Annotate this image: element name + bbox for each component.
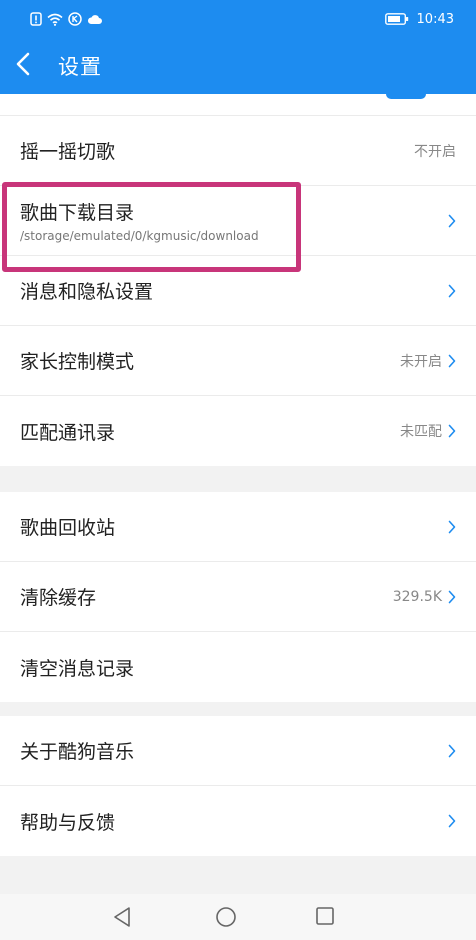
row-message-privacy[interactable]: 消息和隐私设置 — [0, 256, 476, 326]
row-shake-to-switch[interactable]: 摇一摇切歌 不开启 — [0, 116, 476, 186]
row-value: 329.5K — [392, 588, 442, 605]
status-icons-right: 10:43 — [384, 11, 454, 27]
settings-group-2: 歌曲回收站 清除缓存 329.5K 清空消息记录 — [0, 492, 476, 702]
page-title: 设置 — [58, 55, 102, 79]
download-path: /storage/emulated/0/kgmusic/download — [20, 229, 259, 243]
chevron-right-icon — [448, 424, 456, 438]
chevron-right-icon — [448, 214, 456, 228]
chevron-right-icon — [448, 520, 456, 534]
row-label: 清除缓存 — [20, 587, 97, 609]
row-clear-cache[interactable]: 清除缓存 329.5K — [0, 562, 476, 632]
row-label: 歌曲下载目录 — [20, 202, 135, 224]
status-icons-left — [30, 12, 102, 26]
row-download-directory[interactable]: 歌曲下载目录 /storage/emulated/0/kgmusic/downl… — [0, 186, 476, 256]
wifi-icon — [47, 13, 63, 26]
row-label: 摇一摇切歌 — [20, 141, 116, 163]
battery-icon — [384, 13, 409, 25]
row-label: 家长控制模式 — [20, 351, 135, 373]
alert-icon — [30, 12, 42, 26]
row-value: 不开启 — [414, 143, 456, 160]
row-song-recycle-bin[interactable]: 歌曲回收站 — [0, 492, 476, 562]
row-label: 匹配通讯录 — [20, 421, 116, 444]
nav-back-button[interactable] — [112, 906, 132, 928]
row-about-kugou[interactable]: 关于酷狗音乐 — [0, 716, 476, 786]
system-nav-bar — [0, 894, 476, 940]
partial-row-above — [0, 94, 476, 116]
app-bar: 设置 — [0, 38, 476, 94]
settings-group-1: 摇一摇切歌 不开启 歌曲下载目录 /storage/emulated/0/kgm… — [0, 116, 476, 466]
chevron-right-icon — [448, 284, 456, 298]
row-label: 关于酷狗音乐 — [20, 741, 135, 763]
row-label: 清空消息记录 — [20, 657, 135, 680]
back-arrow-icon — [16, 52, 30, 80]
row-match-contacts[interactable]: 匹配通讯录 未匹配 — [0, 396, 476, 466]
status-time: 10:43 — [416, 11, 454, 27]
nav-home-button[interactable] — [215, 906, 237, 928]
row-help-feedback[interactable]: 帮助与反馈 — [0, 786, 476, 856]
back-button[interactable] — [16, 46, 44, 86]
chevron-right-icon — [448, 744, 456, 758]
status-bar: 10:43 — [0, 0, 476, 38]
chevron-right-icon — [448, 814, 456, 828]
row-clear-messages[interactable]: 清空消息记录 — [0, 632, 476, 702]
toggle-switch-partial[interactable] — [386, 94, 426, 99]
settings-group-3: 关于酷狗音乐 帮助与反馈 — [0, 716, 476, 856]
row-value: 未开启 — [400, 353, 442, 370]
kugou-logo-icon — [68, 12, 82, 26]
chevron-right-icon — [448, 590, 456, 604]
row-label: 消息和隐私设置 — [20, 281, 154, 303]
nav-recents-button[interactable] — [315, 906, 335, 926]
row-label: 帮助与反馈 — [20, 811, 116, 834]
row-parental-control[interactable]: 家长控制模式 未开启 — [0, 326, 476, 396]
row-value: 未匹配 — [400, 424, 442, 440]
chevron-right-icon — [448, 354, 456, 368]
cloud-icon — [87, 14, 102, 25]
row-label: 歌曲回收站 — [20, 517, 116, 539]
